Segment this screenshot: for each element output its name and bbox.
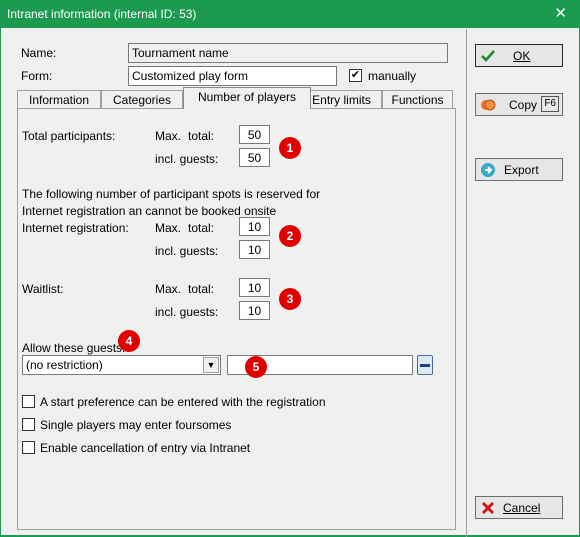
form-field[interactable]: Customized play form	[128, 66, 337, 86]
internet-total-input[interactable]: 10	[239, 217, 270, 236]
name-field: Tournament name	[128, 43, 448, 63]
callout-badge-1: 1	[279, 137, 301, 159]
start-preference-label: A start preference can be entered with t…	[40, 395, 326, 409]
tab-label: Number of players	[197, 90, 297, 104]
allow-guests-label: Allow these guests:	[22, 341, 126, 355]
reserved-note-line2: Internet registration an cannot be booke…	[22, 204, 277, 218]
internet-registration-label: Internet registration:	[22, 221, 129, 235]
callout-badge-4: 4	[118, 330, 140, 352]
single-players-checkbox[interactable]	[22, 418, 35, 431]
total-label: total:	[188, 221, 215, 235]
tab-label: Information	[28, 93, 90, 107]
max-label: Max.	[155, 282, 182, 296]
checkmark-icon: ✔	[350, 69, 361, 81]
manually-label: manually	[368, 69, 417, 83]
callout-badge-2: 2	[279, 225, 301, 247]
close-icon[interactable]: ✕	[554, 5, 567, 23]
enable-cancellation-label: Enable cancellation of entry via Intrane…	[40, 441, 251, 455]
copy-shortcut-key: F6	[541, 96, 559, 112]
max-label: Max.	[155, 221, 182, 235]
waitlist-label: Waitlist:	[22, 282, 64, 296]
tab-information[interactable]: Information	[17, 90, 101, 108]
tab-label: Entry limits	[312, 93, 371, 107]
tab-label: Categories	[112, 93, 172, 107]
title-bar: Intranet information (internal ID: 53) ✕	[1, 1, 579, 28]
incl-guests-label: incl. guests:	[155, 305, 219, 319]
ok-button[interactable]: OK	[475, 44, 563, 67]
tab-panel	[17, 108, 456, 530]
list-picker-icon[interactable]	[417, 355, 433, 375]
copy-icon	[481, 99, 496, 111]
form-label: Form:	[21, 69, 53, 83]
cancel-x-icon	[482, 502, 494, 514]
export-button[interactable]: Export	[475, 158, 563, 181]
allow-guests-dropdown[interactable]: (no restriction) ▼	[22, 355, 221, 375]
manually-checkbox[interactable]: ✔	[349, 69, 362, 82]
cancel-button[interactable]: Cancel	[475, 496, 563, 519]
waitlist-guests-input[interactable]: 10	[239, 301, 270, 320]
export-label: Export	[504, 163, 539, 177]
incl-guests-label: incl. guests:	[155, 152, 219, 166]
copy-button[interactable]: Copy F6	[475, 93, 563, 116]
tab-number-of-players[interactable]: Number of players	[183, 87, 311, 109]
total-participants-total-input[interactable]: 50	[239, 125, 270, 144]
dropdown-arrow-icon[interactable]: ▼	[203, 357, 219, 373]
cancel-label: Cancel	[503, 501, 541, 515]
enable-cancellation-checkbox[interactable]	[22, 441, 35, 454]
callout-badge-3: 3	[279, 288, 301, 310]
checkmark-icon	[481, 50, 495, 62]
dialog-window: Intranet information (internal ID: 53) ✕…	[0, 0, 580, 537]
reserved-note-line1: The following number of participant spot…	[22, 187, 321, 201]
internet-guests-input[interactable]: 10	[239, 240, 270, 259]
tab-entry-limits[interactable]: Entry limits	[301, 90, 382, 108]
tab-functions[interactable]: Functions	[382, 90, 453, 108]
total-label: total:	[188, 129, 215, 143]
copy-label: Copy	[509, 98, 538, 112]
single-players-label: Single players may enter foursomes	[40, 418, 232, 432]
list-picker-bar	[420, 364, 430, 367]
total-label: total:	[188, 282, 215, 296]
start-preference-checkbox[interactable]	[22, 395, 35, 408]
window-title: Intranet information (internal ID: 53)	[7, 7, 197, 21]
tab-categories[interactable]: Categories	[101, 90, 183, 108]
tab-label: Functions	[391, 93, 444, 107]
total-participants-label: Total participants:	[22, 129, 116, 143]
callout-badge-5: 5	[245, 356, 267, 378]
export-arrow-icon	[481, 163, 495, 177]
ok-label: OK	[513, 49, 531, 63]
incl-guests-label: incl. guests:	[155, 244, 219, 258]
max-label: Max.	[155, 129, 182, 143]
allow-guests-value: (no restriction)	[26, 358, 103, 372]
name-label: Name:	[21, 46, 57, 60]
total-participants-guests-input[interactable]: 50	[239, 148, 270, 167]
waitlist-total-input[interactable]: 10	[239, 278, 270, 297]
button-column-separator	[466, 29, 467, 537]
